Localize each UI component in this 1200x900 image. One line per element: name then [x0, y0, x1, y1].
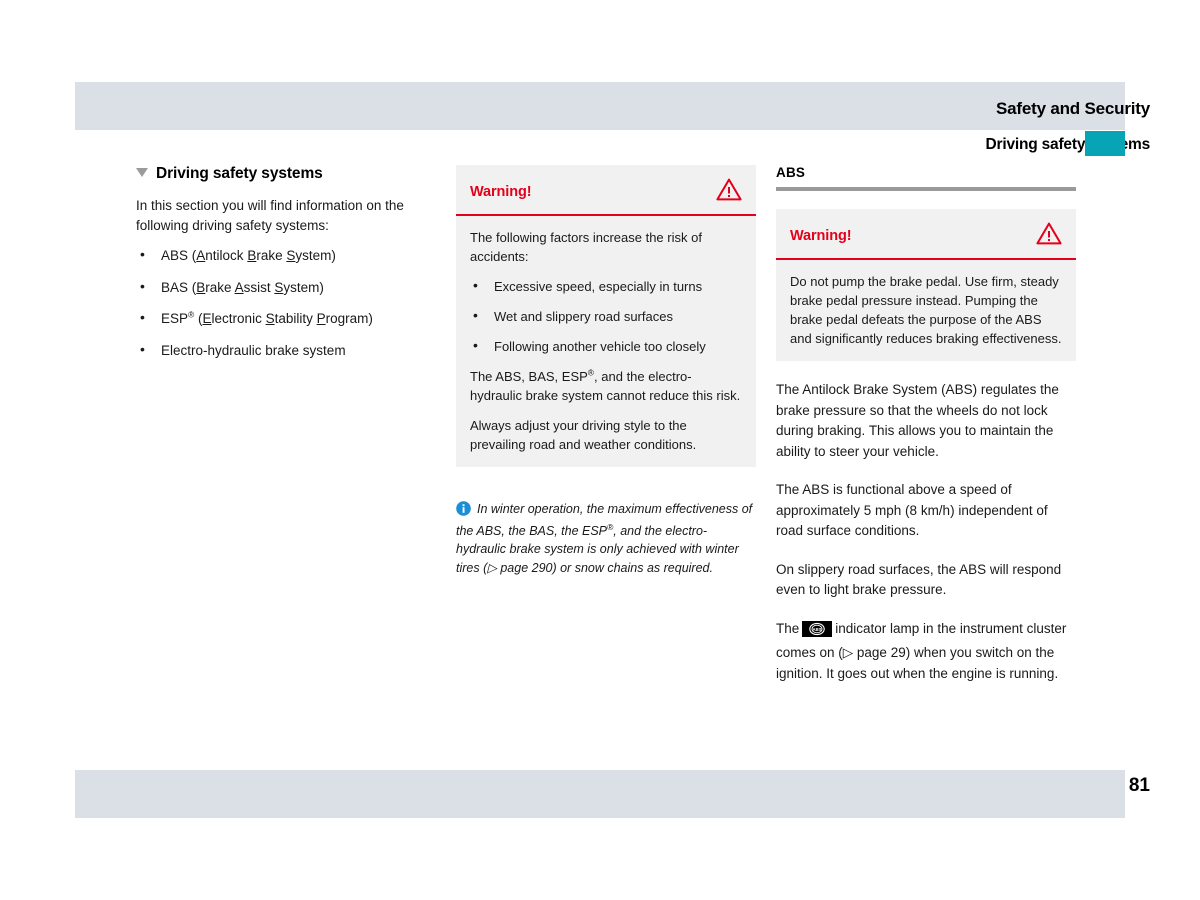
warning-text: Do not pump the brake pedal. Use firm, s…	[790, 274, 1062, 346]
warning-paragraph-2: Always adjust your driving style to the …	[470, 418, 697, 452]
winter-operation-note-text: In winter operation, the maximum effecti…	[456, 502, 753, 575]
abs-paragraph: The ABS is functional above a speed of a…	[776, 482, 1048, 538]
warning-box-brake-pedal: Warning! Do not pump the brake pedal. Us…	[776, 209, 1076, 361]
manual-page: Safety and Security Driving safety syste…	[0, 0, 1200, 900]
warning-paragraph-1: The ABS, BAS, ESP®, and the electro-hydr…	[470, 367, 741, 403]
list-item: ESP® (Electronic Stability Program)	[136, 308, 436, 329]
page-title: Safety and Security	[996, 99, 1150, 118]
section-heading-label: Driving safety systems	[156, 165, 323, 182]
middle-column: Warning! The following factors increase …	[456, 165, 756, 577]
warning-triangle-icon	[1036, 222, 1062, 250]
list-item: Excessive speed, especially in turns	[470, 276, 742, 296]
list-item: BAS (Brake Assist System)	[136, 277, 436, 298]
abs-subheading: ABS	[776, 165, 806, 180]
winter-operation-note: In winter operation, the maximum effecti…	[456, 500, 756, 577]
left-column: Driving safety systems In this section y…	[136, 165, 436, 372]
abs-lamp-paragraph: The ABS indicator lamp in the instrument c…	[776, 619, 1076, 685]
risk-factor-list: Excessive speed, especially in turns Wet…	[470, 276, 742, 356]
abs-paragraph: The Antilock Brake System (ABS) regulate…	[776, 382, 1059, 459]
warning-box-accidents: Warning! The following factors increase …	[456, 165, 756, 467]
abs-description: The Antilock Brake System (ABS) regulate…	[776, 380, 1076, 684]
page-number: 81	[1128, 775, 1150, 796]
warning-header: Warning!	[776, 209, 1076, 260]
header-bar	[75, 82, 1125, 130]
svg-text:ABS: ABS	[813, 627, 822, 632]
subheading-rule	[776, 187, 1076, 191]
intro-paragraph: In this section you will find informatio…	[136, 198, 404, 233]
triangle-marker-icon	[136, 168, 148, 177]
abs-indicator-lamp-icon: ABS	[802, 620, 833, 644]
section-heading: Driving safety systems	[136, 165, 436, 183]
chapter-tab-marker	[1085, 131, 1125, 156]
right-column: ABS Warning! Do not pump the brake pedal…	[776, 165, 1076, 684]
list-item: Wet and slippery road surfaces	[470, 306, 742, 326]
warning-title: Warning!	[470, 184, 532, 200]
warning-body: Do not pump the brake pedal. Use firm, s…	[776, 260, 1076, 361]
lamp-paragraph-before: The	[776, 620, 800, 636]
page-subtitle: Driving safety systems	[985, 136, 1151, 153]
warning-title: Warning!	[790, 228, 852, 244]
warning-header: Warning!	[456, 165, 756, 216]
footer-bar	[75, 770, 1125, 818]
driving-safety-systems-list: ABS (Antilock Brake System) BAS (Brake A…	[136, 245, 436, 361]
list-item: ABS (Antilock Brake System)	[136, 245, 436, 266]
warning-body: The following factors increase the risk …	[456, 216, 756, 467]
warning-triangle-icon	[716, 178, 742, 206]
abs-paragraph: On slippery road surfaces, the ABS will …	[776, 561, 1062, 598]
info-icon	[456, 501, 471, 522]
list-item: Electro-hydraulic brake system	[136, 340, 436, 361]
list-item: Following another vehicle too closely	[470, 336, 742, 356]
warning-intro: The following factors increase the risk …	[470, 230, 702, 264]
